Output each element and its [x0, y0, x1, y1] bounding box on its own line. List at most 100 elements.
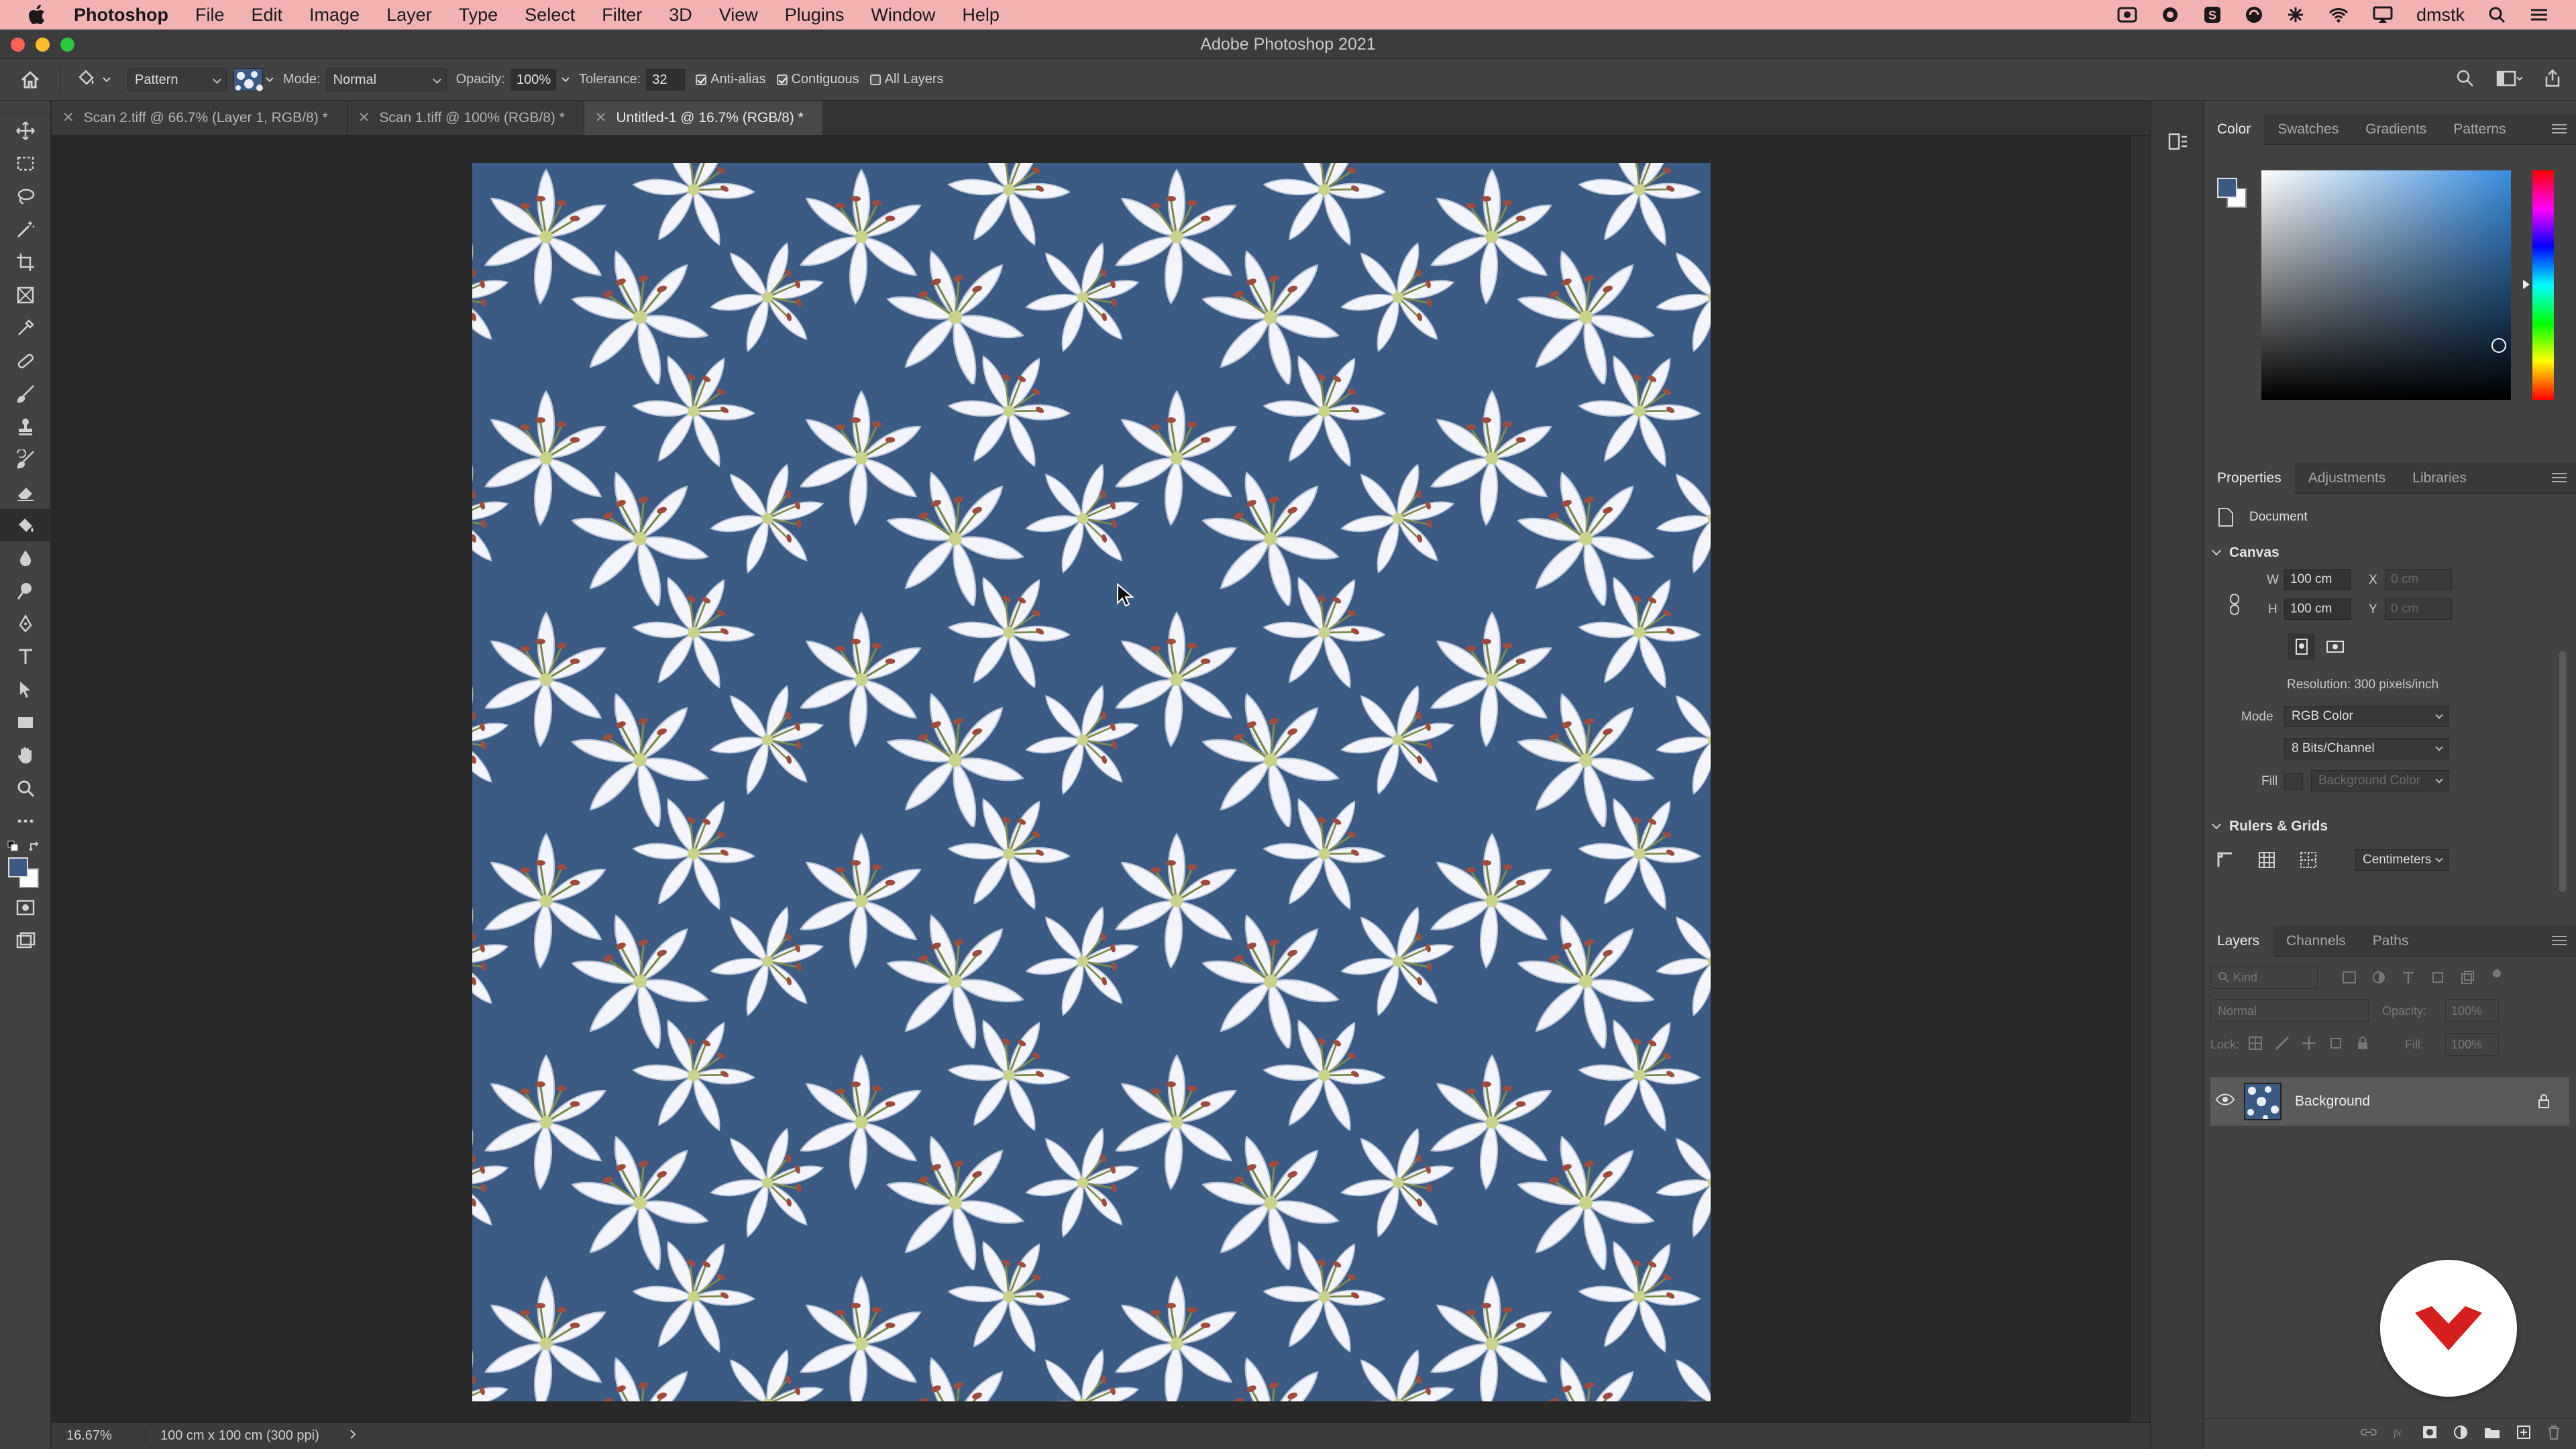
canvas-y-input[interactable]: 0 cm: [2385, 598, 2452, 620]
search-icon[interactable]: [2455, 68, 2475, 93]
history-brush-tool-icon[interactable]: [0, 443, 51, 476]
opacity-dropdown-icon[interactable]: [561, 72, 570, 87]
move-tool-icon[interactable]: [0, 114, 51, 147]
app-icon[interactable]: [2245, 5, 2263, 24]
menu-filter[interactable]: Filter: [588, 5, 655, 25]
path-selection-tool-icon[interactable]: [0, 673, 51, 706]
swap-colors-icon[interactable]: [28, 840, 42, 857]
landscape-orientation-icon[interactable]: [2322, 633, 2349, 660]
rulers-grids-section-heading[interactable]: Rulers & Grids: [2208, 818, 2328, 835]
adjustment-layer-icon[interactable]: [2453, 1424, 2469, 1444]
filter-shape-icon[interactable]: [2430, 970, 2445, 988]
zoom-level[interactable]: 16.67%: [52, 1428, 146, 1444]
history-panel-icon[interactable]: [2167, 130, 2190, 156]
menu-edit[interactable]: Edit: [238, 5, 297, 25]
tab-channels[interactable]: Channels: [2273, 926, 2359, 957]
canvas-x-input[interactable]: 0 cm: [2385, 569, 2452, 590]
menu-plugins[interactable]: Plugins: [771, 5, 858, 25]
filter-toggle-icon[interactable]: [2489, 966, 2504, 984]
search-icon[interactable]: [2487, 5, 2506, 24]
new-layer-icon[interactable]: [2516, 1424, 2532, 1444]
layer-style-icon[interactable]: fx: [2392, 1426, 2407, 1442]
layer-fill-input[interactable]: 100%: [2445, 1033, 2499, 1056]
healing-brush-tool-icon[interactable]: [0, 344, 51, 377]
pen-tool-icon[interactable]: [0, 607, 51, 640]
eraser-tool-icon[interactable]: [0, 476, 51, 508]
menu-view[interactable]: View: [706, 5, 771, 25]
tab-paths[interactable]: Paths: [2359, 926, 2422, 957]
hand-tool-icon[interactable]: [0, 739, 51, 771]
tab-properties[interactable]: Properties: [2204, 462, 2295, 494]
document-tab[interactable]: ✕ Scan 2.tiff @ 66.7% (Layer 1, RGB/8) *: [52, 101, 347, 135]
new-group-icon[interactable]: [2483, 1425, 2501, 1443]
canvas-workspace[interactable]: [52, 136, 2130, 1422]
menu-type[interactable]: Type: [445, 5, 512, 25]
tab-swatches[interactable]: Swatches: [2264, 114, 2352, 145]
layer-name[interactable]: Background: [2295, 1093, 2370, 1110]
layer-opacity-input[interactable]: 100%: [2445, 1000, 2499, 1022]
tool-preset-picker[interactable]: [60, 67, 121, 92]
filter-smart-object-icon[interactable]: [2460, 970, 2475, 988]
magic-wand-tool-icon[interactable]: [0, 213, 51, 246]
properties-scrollbar[interactable]: [2559, 651, 2566, 892]
tab-patterns[interactable]: Patterns: [2440, 114, 2519, 145]
filter-type-icon[interactable]: [2401, 970, 2416, 988]
lasso-tool-icon[interactable]: [0, 180, 51, 213]
menu-file[interactable]: File: [182, 5, 238, 25]
canvas-height-input[interactable]: 100 cm: [2284, 598, 2351, 620]
opacity-input[interactable]: 100%: [510, 68, 556, 91]
layer-kind-filter[interactable]: Kind: [2210, 966, 2318, 989]
layer-blend-mode-select[interactable]: Normal: [2210, 1000, 2369, 1022]
menu-3d[interactable]: 3D: [655, 5, 706, 25]
visibility-eye-icon[interactable]: [2205, 1092, 2245, 1107]
lock-position-icon[interactable]: [2302, 1036, 2316, 1054]
rectangle-tool-icon[interactable]: [0, 706, 51, 739]
layer-lock-icon[interactable]: [2537, 1093, 2551, 1113]
type-tool-icon[interactable]: [0, 640, 51, 673]
canvas-vertical-scrollbar[interactable]: [2130, 136, 2150, 1422]
document-canvas[interactable]: [472, 163, 1711, 1401]
extensions-icon[interactable]: [2286, 5, 2305, 24]
home-icon[interactable]: [0, 70, 60, 90]
frame-tool-icon[interactable]: [0, 278, 51, 311]
canvas-width-input[interactable]: 100 cm: [2284, 569, 2351, 590]
guides-icon[interactable]: [2295, 847, 2322, 873]
hue-slider-arrow[interactable]: [2523, 280, 2530, 289]
menu-image[interactable]: Image: [296, 5, 373, 25]
color-saturation-field[interactable]: [2261, 170, 2511, 400]
panel-menu-icon[interactable]: [2552, 473, 2567, 485]
eyedropper-tool-icon[interactable]: [0, 311, 51, 344]
adobe-icon[interactable]: S: [2203, 5, 2222, 24]
menu-app-name[interactable]: Photoshop: [74, 5, 182, 25]
document-tab-active[interactable]: ✕ Untitled-1 @ 16.7% (RGB/8) *: [584, 101, 823, 135]
menu-window[interactable]: Window: [857, 5, 949, 25]
quick-mask-icon[interactable]: [0, 891, 51, 924]
clone-stamp-tool-icon[interactable]: [0, 410, 51, 443]
chevron-right-icon[interactable]: [349, 1428, 357, 1444]
workspace-icon[interactable]: [2496, 68, 2523, 93]
toolbar-grip[interactable]: [0, 101, 50, 114]
filter-adjustment-icon[interactable]: [2371, 970, 2386, 988]
close-tab-icon[interactable]: ✕: [358, 110, 370, 125]
screen-mode-icon[interactable]: [0, 924, 51, 957]
crop-tool-icon[interactable]: [0, 246, 51, 278]
color-mode-select[interactable]: RGB Color: [2284, 706, 2449, 727]
all-layers-checkbox[interactable]: [869, 74, 881, 85]
fill-color-swatch[interactable]: [2284, 773, 2303, 790]
close-tab-icon[interactable]: ✕: [62, 110, 74, 125]
tolerance-input[interactable]: 32: [646, 68, 686, 91]
airplay-icon[interactable]: [2372, 5, 2394, 24]
tab-color[interactable]: Color: [2204, 113, 2265, 145]
panel-menu-icon[interactable]: [2552, 936, 2567, 948]
panel-menu-icon[interactable]: [2552, 124, 2567, 136]
wifi-icon[interactable]: [2328, 6, 2349, 23]
default-colors-icon[interactable]: [7, 840, 20, 857]
apple-menu-icon[interactable]: [0, 5, 74, 25]
tab-libraries[interactable]: Libraries: [2399, 463, 2480, 494]
blur-tool-icon[interactable]: [0, 541, 51, 574]
control-center-icon[interactable]: [2529, 6, 2549, 23]
delete-layer-icon[interactable]: [2546, 1424, 2561, 1444]
marquee-tool-icon[interactable]: [0, 147, 51, 180]
foreground-color-swatch[interactable]: [8, 857, 28, 877]
add-mask-icon[interactable]: [2422, 1425, 2438, 1443]
